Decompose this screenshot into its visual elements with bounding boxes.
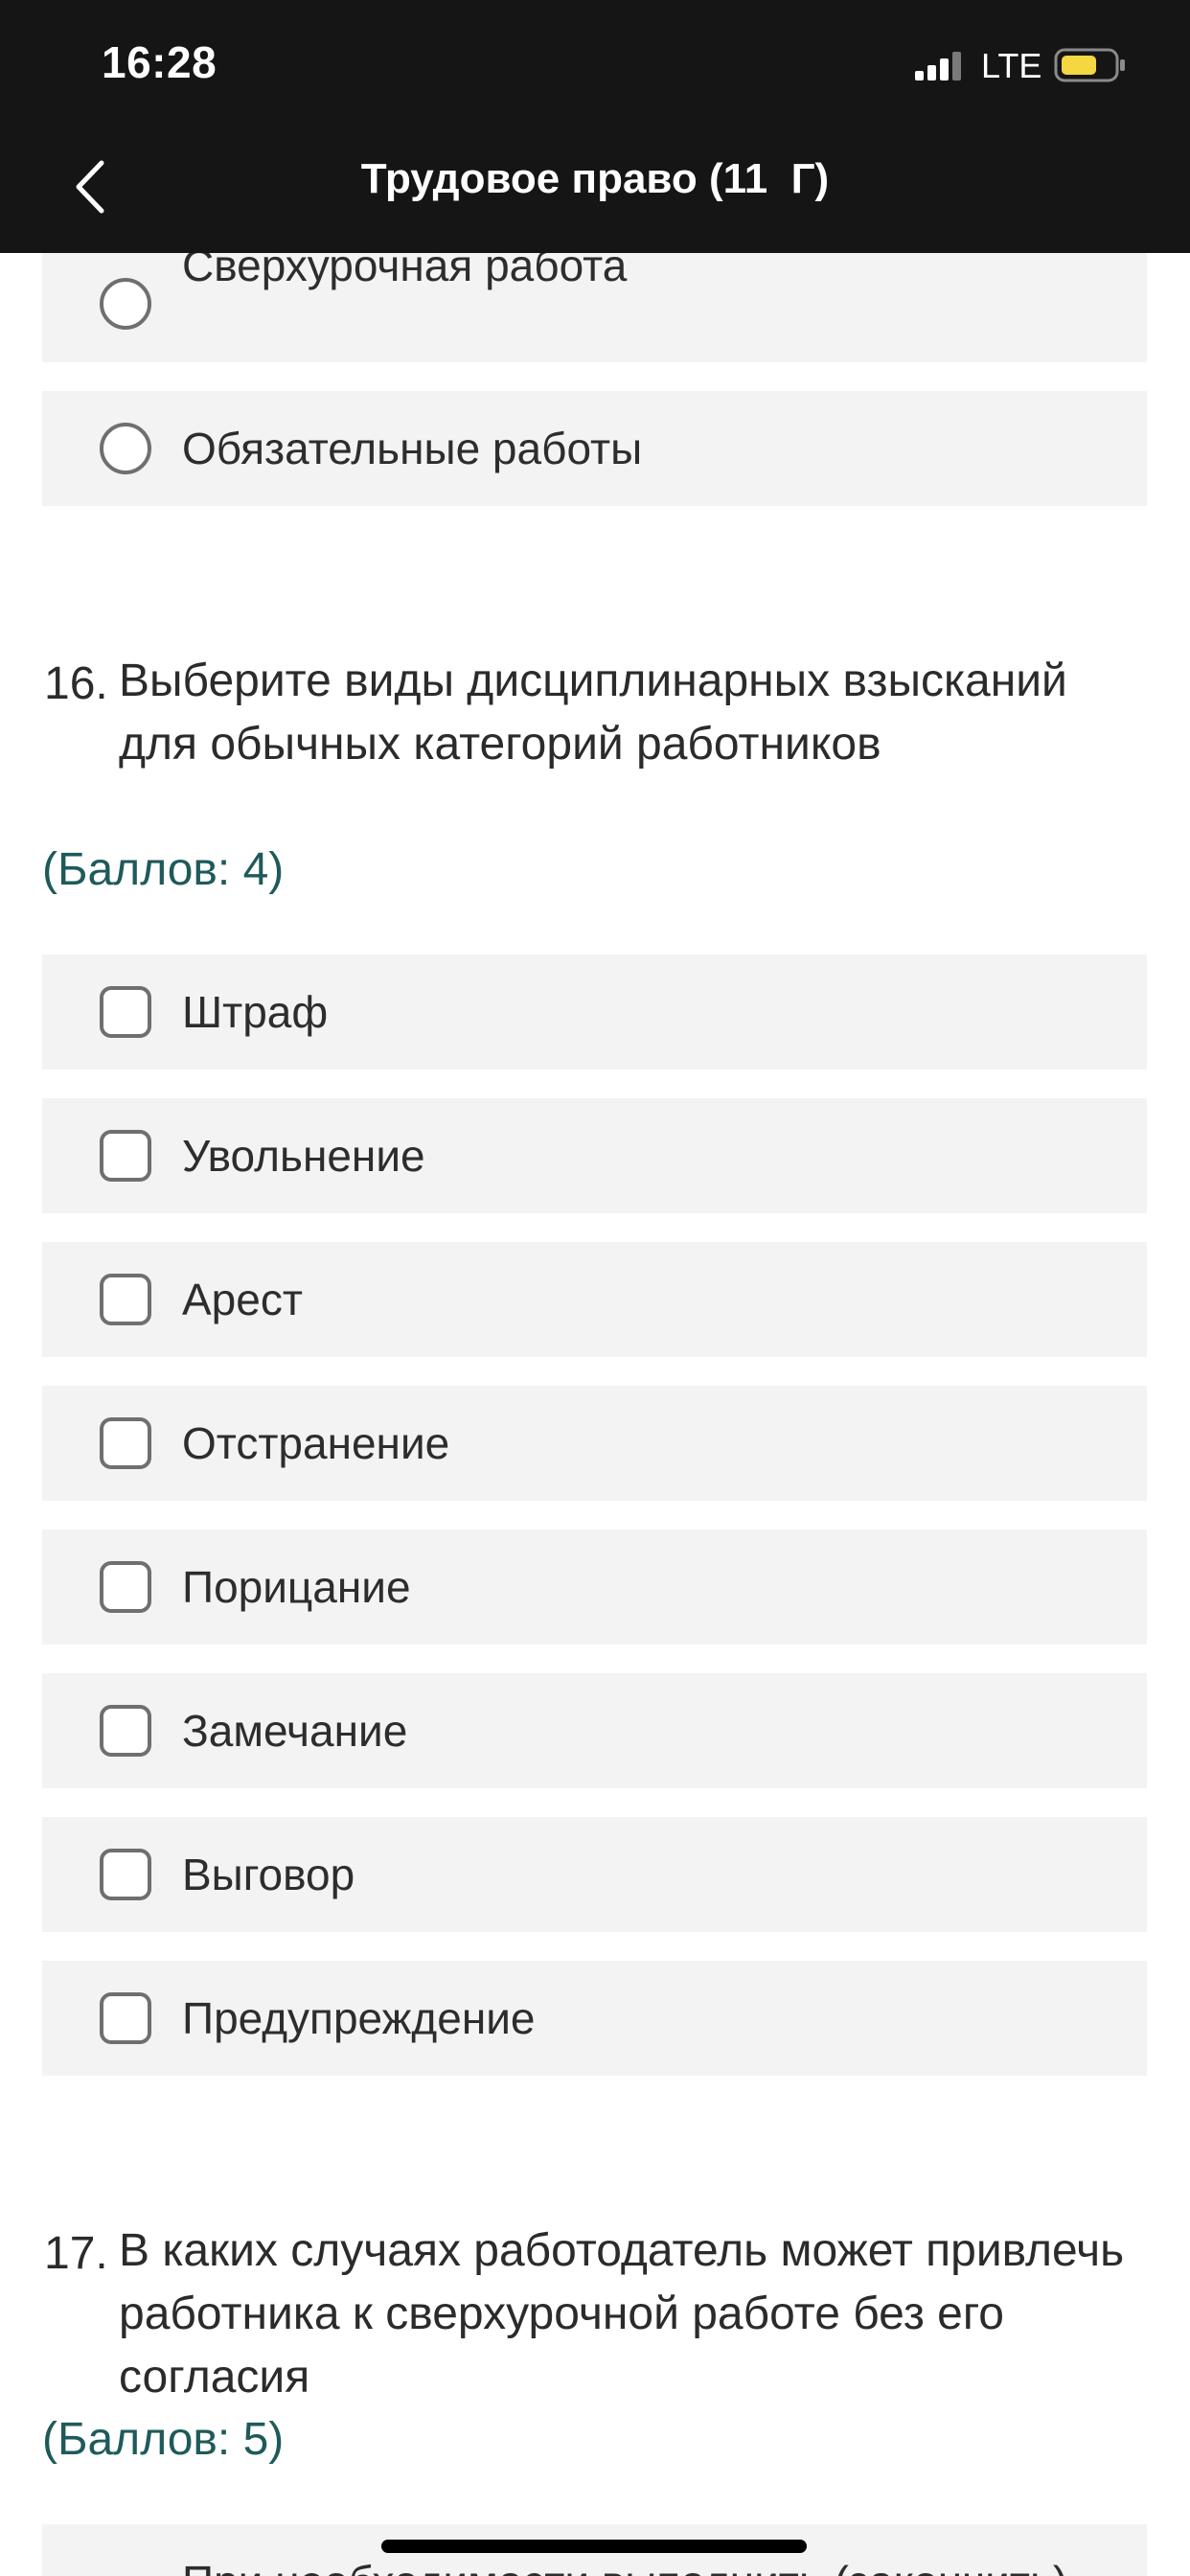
signal-bars-icon (915, 52, 961, 80)
checkbox[interactable] (100, 1274, 151, 1325)
option-label: Отстранение (182, 1418, 450, 1468)
battery-icon (1054, 48, 1125, 82)
checkbox[interactable] (100, 1992, 151, 2044)
page-title: Трудовое право (11 Г) (360, 155, 830, 202)
checkbox-option[interactable]: Замечание (42, 1673, 1147, 1788)
quiz-page: 16:28 LTE Трудовое право (11 Г) Сверхуро… (0, 0, 1190, 2576)
radio-button[interactable] (100, 278, 151, 330)
question-score: (Баллов: 4) (42, 844, 285, 895)
checkbox[interactable] (100, 1849, 151, 1900)
checkbox-option[interactable]: Порицание (42, 1530, 1147, 1644)
radio-option[interactable]: Сверхурочная работа (42, 241, 1147, 362)
question-text: Выберите виды дисциплинарных взысканий д… (119, 656, 1067, 770)
checkbox[interactable] (100, 1561, 151, 1613)
option-label: Арест (182, 1275, 303, 1324)
home-indicator[interactable] (381, 2540, 807, 2553)
checkbox[interactable] (100, 1417, 151, 1469)
checkbox-option[interactable]: Арест (42, 1242, 1147, 1357)
option-label: Выговор (182, 1850, 355, 1899)
question-score: (Баллов: 5) (42, 2414, 285, 2465)
option-label: Обязательные работы (182, 424, 643, 473)
status-time: 16:28 (102, 37, 217, 87)
option-label: Предупреждение (182, 1993, 536, 2043)
checkbox-option[interactable]: Увольнение (42, 1098, 1147, 1213)
radio-button[interactable] (100, 423, 151, 474)
question-text: В каких случаях работодатель может привл… (119, 2225, 1125, 2403)
question-number: 17. (44, 2228, 108, 2279)
option-label: Замечание (182, 1706, 408, 1756)
checkbox[interactable] (100, 1130, 151, 1182)
option-label: Порицание (182, 1562, 411, 1612)
checkbox-option[interactable]: Выговор (42, 1817, 1147, 1932)
checkbox-option[interactable]: Отстранение (42, 1386, 1147, 1501)
option-label: Увольнение (182, 1131, 425, 1181)
checkbox-option[interactable]: Предупреждение (42, 1961, 1147, 2076)
checkbox-option[interactable]: Штраф (42, 954, 1147, 1070)
option-label: Штраф (182, 987, 329, 1037)
radio-option[interactable]: Обязательные работы (42, 391, 1147, 506)
checkbox[interactable] (100, 986, 151, 1038)
top-bar: 16:28 LTE Трудовое право (11 Г) (0, 0, 1190, 253)
network-type: LTE (981, 46, 1042, 85)
checkbox[interactable] (100, 1705, 151, 1757)
question-number: 16. (44, 658, 108, 709)
